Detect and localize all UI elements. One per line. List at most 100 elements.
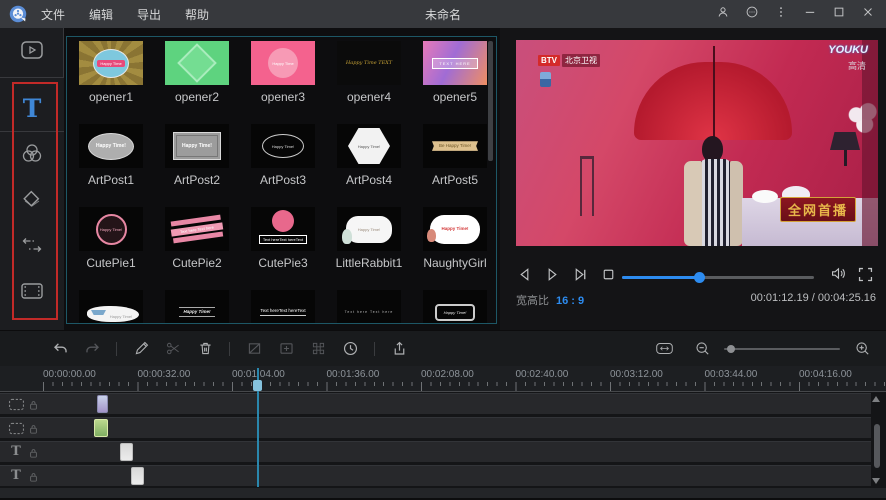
user-button[interactable] bbox=[713, 4, 733, 24]
toolbar-separator bbox=[116, 342, 117, 356]
template-item-CutePie3[interactable]: Text hereText hereTextCutePie3 bbox=[240, 205, 326, 288]
track-lock-icon[interactable] bbox=[29, 470, 38, 488]
template-item-frame[interactable]: Happy Time! bbox=[412, 288, 497, 324]
zoomout-button[interactable] bbox=[689, 338, 715, 360]
template-item-opener3[interactable]: Happy Timeopener3 bbox=[240, 39, 326, 122]
stop-button[interactable] bbox=[600, 266, 617, 283]
tracks-scroll-up-arrow[interactable] bbox=[872, 396, 880, 402]
thumbnail-text: Happy Time! bbox=[96, 214, 127, 245]
btv-badge: BTV bbox=[538, 55, 560, 66]
template-thumbnail: Happy Time! bbox=[79, 290, 143, 324]
ruler-label-0: 00:00:00.00 bbox=[43, 369, 96, 380]
pencil-button[interactable] bbox=[128, 338, 154, 360]
template-item-NaughtyGirl[interactable]: Happy Time!NaughtyGirl bbox=[412, 205, 497, 288]
template-item-orn2[interactable]: Text here Text here bbox=[326, 288, 412, 324]
tracks-vertical-scrollbar[interactable] bbox=[874, 424, 880, 468]
thumbnail-text: Happy Time! bbox=[179, 307, 216, 317]
nextframe-button[interactable] bbox=[572, 266, 589, 283]
prevframe-button[interactable] bbox=[516, 266, 533, 283]
ruler-label-3: 00:01:36.00 bbox=[327, 369, 380, 380]
template-thumbnail: Text hereText hereText bbox=[251, 290, 315, 324]
template-label: opener1 bbox=[89, 90, 133, 104]
thumbnail-text: Text hereText hereText bbox=[260, 308, 305, 316]
video-viewport[interactable]: BTV 北京卫视 YOUKU 高清 全网首播 bbox=[516, 40, 878, 246]
zoom-slider-thumb[interactable] bbox=[727, 345, 735, 353]
clock-button[interactable] bbox=[337, 338, 363, 360]
template-item-opener4[interactable]: Happy Time TEXTopener4 bbox=[326, 39, 412, 122]
template-label: ArtPost5 bbox=[432, 173, 478, 187]
seek-thumb[interactable] bbox=[694, 272, 705, 283]
timeline-ruler[interactable]: 00:00:00.0000:00:32.0000:01:04.0000:01:3… bbox=[0, 366, 886, 392]
track-row-4[interactable]: T bbox=[0, 465, 871, 486]
template-item-ship[interactable]: Happy Time! bbox=[68, 288, 154, 324]
template-item-ArtPost2[interactable]: Happy Time!ArtPost2 bbox=[154, 122, 240, 205]
template-item-ArtPost3[interactable]: Happy Time!ArtPost3 bbox=[240, 122, 326, 205]
menu-item-3[interactable]: 帮助 bbox=[185, 6, 209, 23]
volume-button[interactable] bbox=[830, 265, 847, 287]
playhead-handle[interactable] bbox=[253, 380, 262, 391]
timeline-zoom-slider[interactable] bbox=[724, 344, 840, 354]
tracks-scroll-down-arrow[interactable] bbox=[872, 478, 880, 484]
template-item-texthere[interactable]: Text hereText hereText bbox=[240, 288, 326, 324]
menu-item-0[interactable]: 文件 bbox=[41, 6, 65, 23]
sidebar-item-transitions[interactable] bbox=[0, 224, 64, 270]
aspect-label: 宽高比 bbox=[516, 295, 549, 307]
aspect-ratio[interactable]: 宽高比 16 : 9 bbox=[516, 292, 584, 308]
track-row-2[interactable] bbox=[0, 417, 871, 438]
timeline-clip[interactable] bbox=[131, 467, 144, 485]
track-lock-icon[interactable] bbox=[29, 446, 38, 464]
maximize-button[interactable] bbox=[829, 4, 849, 24]
template-thumbnail: Happy Time! bbox=[79, 124, 143, 168]
track-row-3[interactable]: T bbox=[0, 441, 871, 462]
template-item-orn1[interactable]: Happy Time! bbox=[154, 288, 240, 324]
play-button[interactable] bbox=[544, 266, 561, 283]
fullscreen-button[interactable] bbox=[857, 266, 874, 288]
ruler-label-8: 00:04:16.00 bbox=[799, 369, 852, 380]
undo-button[interactable] bbox=[47, 338, 73, 360]
sidebar-item-filters[interactable] bbox=[0, 132, 64, 178]
toolbar bbox=[0, 330, 886, 366]
template-item-ArtPost4[interactable]: Happy Time!ArtPost4 bbox=[326, 122, 412, 205]
minimize-button[interactable] bbox=[800, 4, 820, 24]
zoomin-button[interactable] bbox=[849, 338, 875, 360]
template-item-opener5[interactable]: TEXT HEREopener5 bbox=[412, 39, 497, 122]
timeline-clip[interactable] bbox=[94, 419, 108, 437]
menu-item-1[interactable]: 编辑 bbox=[89, 6, 113, 23]
trash-button[interactable] bbox=[192, 338, 218, 360]
template-item-CutePie2[interactable]: Text here Text hereCutePie2 bbox=[154, 205, 240, 288]
template-item-LittleRabbit1[interactable]: Happy Time!LittleRabbit1 bbox=[326, 205, 412, 288]
more-button[interactable] bbox=[771, 4, 791, 24]
thumbnail-text: Happy Time! bbox=[348, 128, 390, 164]
sidebar-item-text[interactable]: T bbox=[0, 86, 64, 132]
track-row-1[interactable] bbox=[0, 393, 871, 414]
template-thumbnail: Happy Time! bbox=[337, 207, 401, 251]
close-button[interactable] bbox=[858, 4, 878, 24]
title-bar: 文件编辑导出帮助 未命名 bbox=[0, 0, 886, 28]
template-item-opener2[interactable]: opener2 bbox=[154, 39, 240, 122]
menu-item-2[interactable]: 导出 bbox=[137, 6, 161, 23]
timeline-clip[interactable] bbox=[97, 395, 108, 413]
feedback-button[interactable] bbox=[742, 4, 762, 24]
template-grid: Happy Timeopener1opener2Happy Timeopener… bbox=[67, 37, 496, 324]
fit-button[interactable] bbox=[651, 338, 677, 360]
track-lock-icon[interactable] bbox=[29, 422, 38, 440]
sidebar-item-overlays[interactable] bbox=[0, 178, 64, 224]
template-thumbnail: Text hereText hereText bbox=[251, 207, 315, 251]
track-lock-icon[interactable] bbox=[29, 398, 38, 416]
template-scrollbar[interactable] bbox=[488, 41, 493, 161]
template-label: ArtPost3 bbox=[260, 173, 306, 187]
ruler-label-4: 00:02:08.00 bbox=[421, 369, 474, 380]
template-item-ArtPost1[interactable]: Happy Time!ArtPost1 bbox=[68, 122, 154, 205]
template-item-ArtPost5[interactable]: Be Happy Time!ArtPost5 bbox=[412, 122, 497, 205]
aspect-value: 16 : 9 bbox=[556, 295, 584, 307]
actress-coat-left bbox=[684, 161, 702, 246]
export-button[interactable] bbox=[386, 338, 412, 360]
template-item-CutePie1[interactable]: Happy Time!CutePie1 bbox=[68, 205, 154, 288]
seek-bar[interactable] bbox=[622, 272, 814, 283]
timeline-clip[interactable] bbox=[120, 443, 133, 461]
template-thumbnail: Happy Time! bbox=[337, 124, 401, 168]
template-label: opener5 bbox=[433, 90, 477, 104]
sidebar-item-media[interactable] bbox=[0, 30, 63, 76]
template-item-opener1[interactable]: Happy Timeopener1 bbox=[68, 39, 154, 122]
sidebar-item-elements[interactable] bbox=[0, 270, 64, 316]
